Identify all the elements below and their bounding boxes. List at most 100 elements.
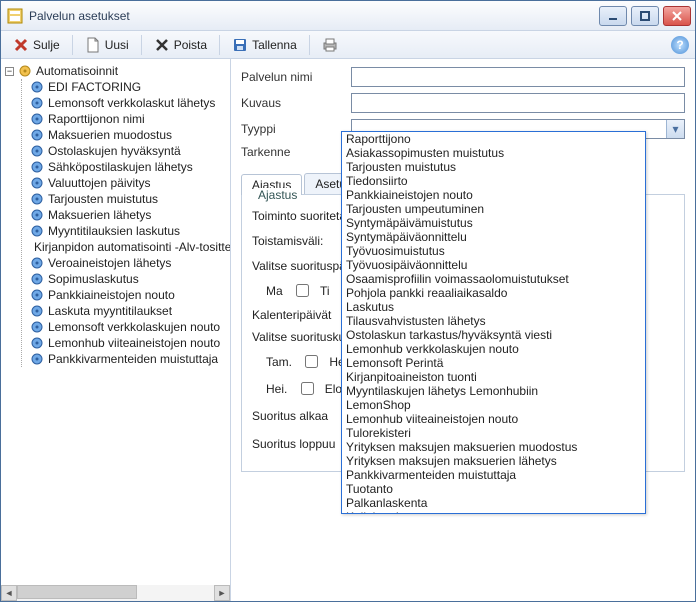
maximize-button[interactable] [631,6,659,26]
tree-item[interactable]: Sopimuslaskutus [28,271,228,287]
tree-item-label: Sopimuslaskutus [48,272,139,286]
dropdown-option[interactable]: Asiakassopimusten muistutus [342,146,645,160]
tree-item-label: Sähköpostilaskujen lähetys [48,160,193,174]
tree-item-label: Laskuta myyntitilaukset [48,304,172,318]
window: Palvelun asetukset Sulje Uusi Poista Tal… [0,0,696,602]
dropdown-option[interactable]: Syntymäpäiväonnittelu [342,230,645,244]
horizontal-scrollbar[interactable]: ◄ ► [1,585,230,601]
tree-item[interactable]: Ostolaskujen hyväksyntä [28,143,228,159]
mon-hei-label: Hei. [266,382,287,396]
service-icon [30,128,44,142]
service-icon [30,160,44,174]
tree-item[interactable]: Valuuttojen päivitys [28,175,228,191]
dropdown-option[interactable]: Tiedonsiirto [342,174,645,188]
dropdown-option[interactable]: Raporttijono [342,132,645,146]
tree-item[interactable]: Raporttijonon nimi [28,111,228,127]
dropdown-option[interactable]: Pankkiaineistojen nouto [342,188,645,202]
dropdown-option[interactable]: Lemonhub verkkolaskujen nouto [342,342,645,356]
day-ma-checkbox[interactable] [296,284,309,297]
scroll-right-button[interactable]: ► [214,585,230,601]
dropdown-option[interactable]: Syntymäpäivämuistutus [342,216,645,230]
day-ma-label: Ma [266,284,283,298]
dropdown-option[interactable]: Ostolaskun tarkastus/hyväksyntä viesti [342,328,645,342]
close-label: Sulje [33,38,60,52]
name-input[interactable] [351,67,685,87]
dropdown-option[interactable]: Kellokortti [342,510,645,514]
detail-label: Tarkenne [241,145,351,159]
scroll-left-button[interactable]: ◄ [1,585,17,601]
toolbar: Sulje Uusi Poista Tallenna ? [1,31,695,59]
separator [309,35,310,55]
dropdown-option[interactable]: Tulorekisteri [342,426,645,440]
dropdown-option[interactable]: Työvuosimuistutus [342,244,645,258]
tree-item[interactable]: Sähköpostilaskujen lähetys [28,159,228,175]
tree-item[interactable]: Tarjousten muistutus [28,191,228,207]
dropdown-option[interactable]: Myyntilaskujen lähetys Lemonhubiin [342,384,645,398]
dropdown-option[interactable]: Laskutus [342,300,645,314]
tree-item[interactable]: Laskuta myyntitilaukset [28,303,228,319]
service-icon [30,112,44,126]
tree-item[interactable]: Lemonsoft verkkolaskujen nouto [28,319,228,335]
tree-item[interactable]: EDI FACTORING [28,79,228,95]
tree-item-label: Ostolaskujen hyväksyntä [48,144,181,158]
separator [141,35,142,55]
dropdown-option[interactable]: Lemonhub viiteaineistojen nouto [342,412,645,426]
tree-item[interactable]: Myyntitilauksien laskutus [28,223,228,239]
group-title: Ajastus [254,188,301,202]
minimize-button[interactable] [599,6,627,26]
tree-item[interactable]: Maksuerien muodostus [28,127,228,143]
dropdown-option[interactable]: Työvuosipäiväonnittelu [342,258,645,272]
tree-item[interactable]: Kirjanpidon automatisointi -Alv-tosittee… [28,239,228,255]
dropdown-option[interactable]: Tarjousten umpeutuminen [342,202,645,216]
name-label: Palvelun nimi [241,70,351,84]
mon-hei-checkbox[interactable] [301,382,314,395]
chevron-down-icon[interactable]: ▾ [666,120,684,138]
save-button[interactable]: Tallenna [226,35,303,55]
dropdown-option[interactable]: Pankkivarmenteiden muistuttaja [342,468,645,482]
end-label: Suoritus loppuu [252,437,352,451]
collapse-icon[interactable]: − [5,67,14,76]
tree-item[interactable]: Lemonhub viiteaineistojen nouto [28,335,228,351]
scroll-track[interactable] [17,585,214,601]
tree-item[interactable]: Pankkiaineistojen nouto [28,287,228,303]
tree-item-label: Pankkiaineistojen nouto [48,288,175,302]
scroll-thumb[interactable] [17,585,137,599]
service-icon [30,176,44,190]
form-panel: Palvelun nimi Kuvaus Tyyppi ▾ Tarkenne A… [231,59,695,601]
tree-item[interactable]: Pankkivarmenteiden muistuttaja [28,351,228,367]
close-button[interactable]: Sulje [7,35,66,55]
tree-item[interactable]: Maksuerien lähetys [28,207,228,223]
service-icon [30,208,44,222]
close-window-button[interactable] [663,6,691,26]
delete-button[interactable]: Poista [148,35,213,55]
dropdown-option[interactable]: Tilausvahvistusten lähetys [342,314,645,328]
dropdown-option[interactable]: Tarjousten muistutus [342,160,645,174]
print-button[interactable] [316,35,344,55]
type-label: Tyyppi [241,122,351,136]
desc-input[interactable] [351,93,685,113]
dropdown-option[interactable]: Yrityksen maksujen maksuerien lähetys [342,454,645,468]
tree-item[interactable]: Veroaineistojen lähetys [28,255,228,271]
gear-icon [18,64,32,78]
dropdown-option[interactable]: Osaamisprofiilin voimassaolomuistutukset [342,272,645,286]
service-icon [30,96,44,110]
dropdown-option[interactable]: LemonShop [342,398,645,412]
save-icon [232,37,248,53]
x-icon [13,37,29,53]
dropdown-option[interactable]: Palkanlaskenta [342,496,645,510]
mon-tam-checkbox[interactable] [305,355,318,368]
help-button[interactable]: ? [671,36,689,54]
tree-root[interactable]: − Automatisoinnit [3,63,228,79]
dropdown-option[interactable]: Yrityksen maksujen maksuerien muodostus [342,440,645,454]
tree-item[interactable]: Lemonsoft verkkolaskut lähetys [28,95,228,111]
tree-item-label: EDI FACTORING [48,80,141,94]
service-icon [30,224,44,238]
titlebar: Palvelun asetukset [1,1,695,31]
dropdown-option[interactable]: Kirjanpitoaineiston tuonti [342,370,645,384]
dropdown-option[interactable]: Pohjola pankki reaaliaikasaldo [342,286,645,300]
dropdown-option[interactable]: Tuotanto [342,482,645,496]
new-button[interactable]: Uusi [79,35,135,55]
dropdown-option[interactable]: Lemonsoft Perintä [342,356,645,370]
service-icon [30,144,44,158]
type-dropdown-list[interactable]: RaporttijonoAsiakassopimusten muistutusT… [341,131,646,514]
